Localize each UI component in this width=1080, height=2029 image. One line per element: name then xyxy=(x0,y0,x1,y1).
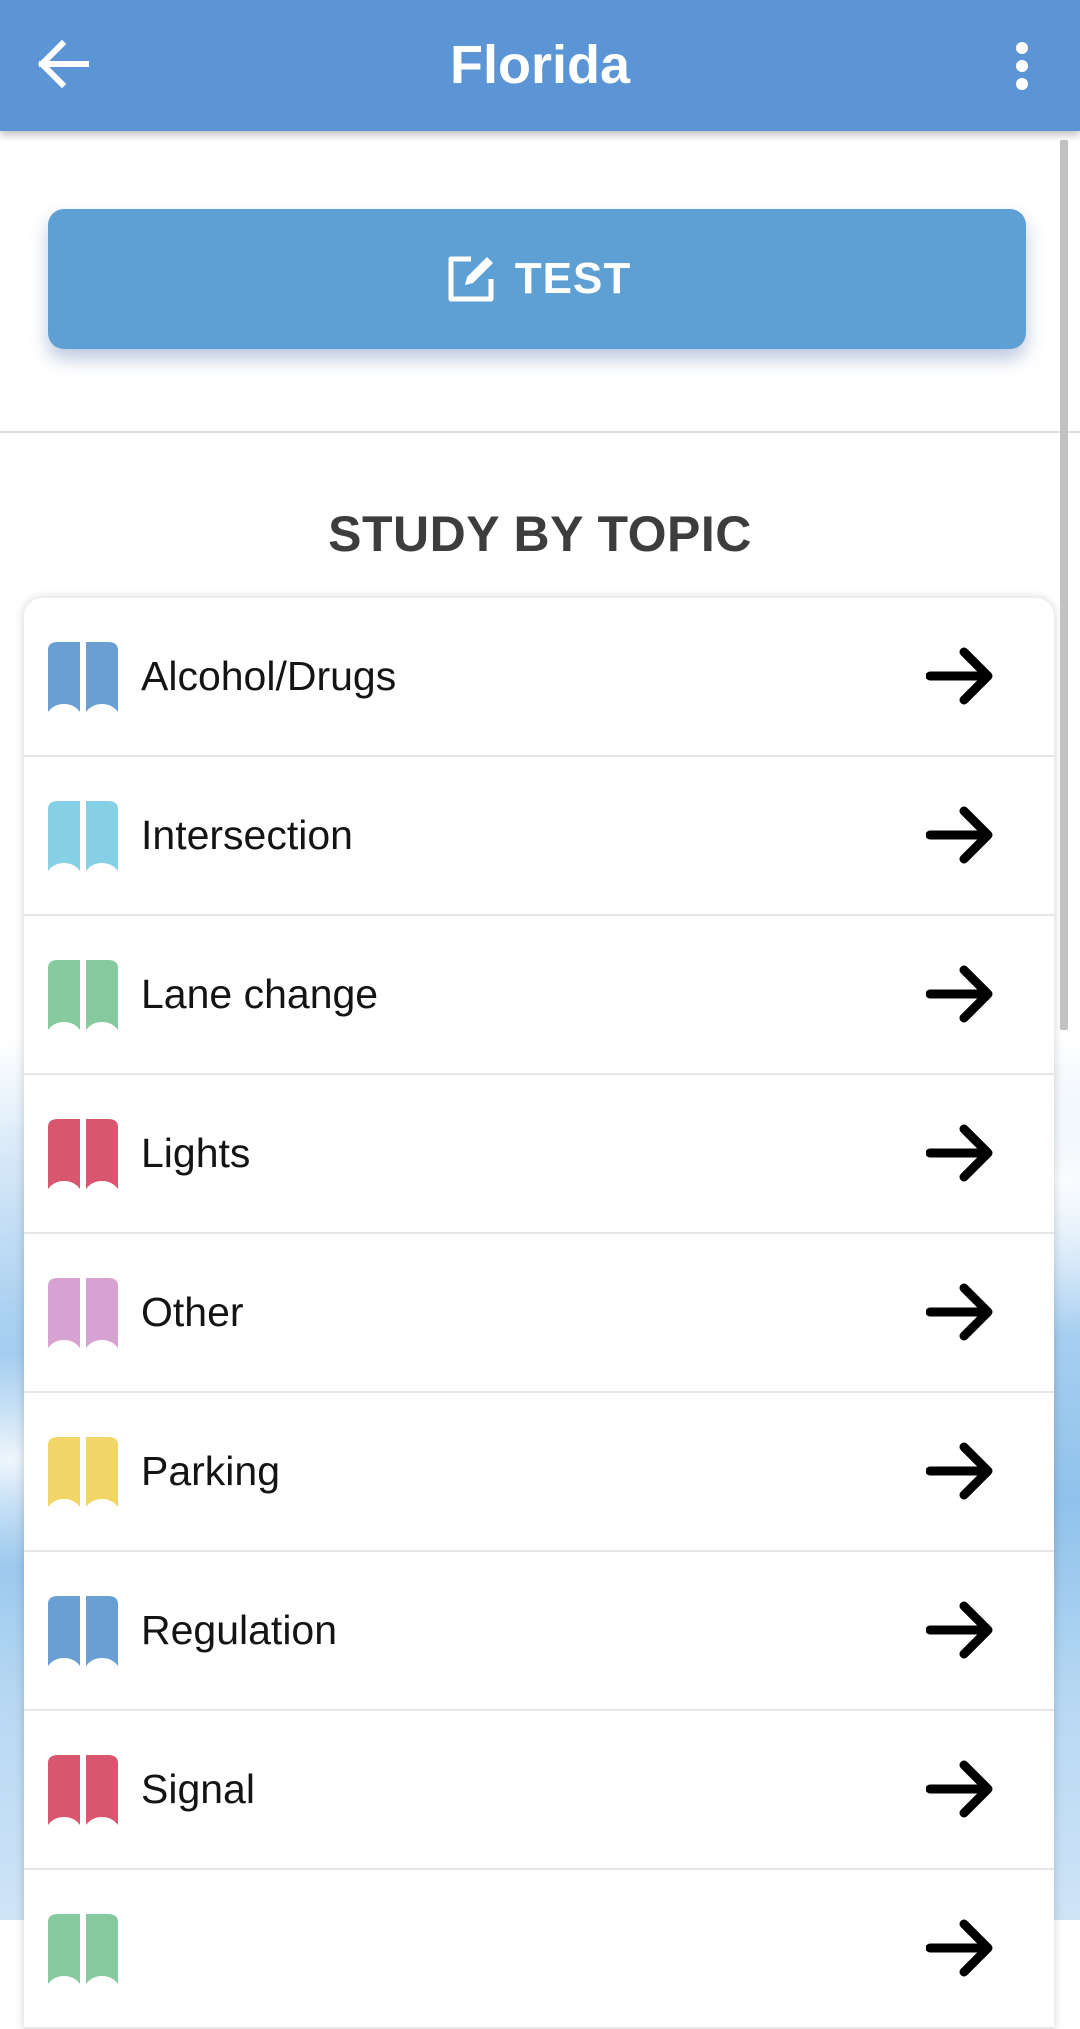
topic-label: Other xyxy=(141,1289,244,1335)
arrow-right-icon xyxy=(926,1760,993,1818)
topic-row[interactable]: Other xyxy=(24,1234,1054,1393)
topic-label: Lights xyxy=(141,1130,251,1176)
arrow-right-icon xyxy=(926,1124,993,1182)
arrow-right-icon xyxy=(926,806,993,864)
topic-row[interactable]: Parking xyxy=(24,1393,1054,1552)
arrow-right-icon xyxy=(926,1442,993,1500)
arrow-right-icon xyxy=(926,1283,993,1341)
topic-row[interactable]: Signal xyxy=(24,1711,1054,1870)
book-icon xyxy=(48,1278,118,1348)
arrow-right-icon xyxy=(926,965,993,1023)
book-icon xyxy=(48,1119,118,1189)
topic-label: Signal xyxy=(141,1766,255,1812)
test-panel: TEST xyxy=(0,131,1080,433)
test-button[interactable]: TEST xyxy=(48,209,1026,349)
book-icon xyxy=(48,1596,118,1666)
book-icon xyxy=(48,642,118,712)
topic-label: Lane change xyxy=(141,971,379,1017)
topic-list: Alcohol/Drugs Intersection Lane change Ligh… xyxy=(24,598,1054,2029)
book-icon xyxy=(48,1755,118,1825)
book-icon xyxy=(48,801,118,871)
book-icon xyxy=(48,1437,118,1507)
arrow-right-icon xyxy=(926,647,993,705)
arrow-right-icon xyxy=(926,1919,993,1977)
topic-label: Intersection xyxy=(141,812,353,858)
book-icon xyxy=(48,1914,118,1984)
topic-row[interactable]: Alcohol/Drugs xyxy=(24,598,1054,757)
topic-row[interactable] xyxy=(24,1870,1054,2029)
topic-row[interactable]: Intersection xyxy=(24,757,1054,916)
topic-row[interactable]: Lane change xyxy=(24,916,1054,1075)
overflow-menu-button[interactable] xyxy=(994,36,1050,96)
scrollbar[interactable] xyxy=(1060,140,1068,1030)
topic-row[interactable]: Lights xyxy=(24,1075,1054,1234)
arrow-right-icon xyxy=(926,1601,993,1659)
app-bar: Florida xyxy=(0,0,1080,131)
section-title: STUDY BY TOPIC xyxy=(328,506,752,562)
topic-label: Parking xyxy=(141,1448,281,1494)
book-icon xyxy=(48,960,118,1030)
topic-row[interactable]: Regulation xyxy=(24,1552,1054,1711)
test-button-label: TEST xyxy=(514,254,632,303)
topic-label: Alcohol/Drugs xyxy=(141,653,397,699)
topic-label: Regulation xyxy=(141,1607,338,1653)
page-title: Florida xyxy=(449,35,630,95)
edit-icon xyxy=(443,251,499,307)
more-vert-icon xyxy=(1016,42,1028,90)
